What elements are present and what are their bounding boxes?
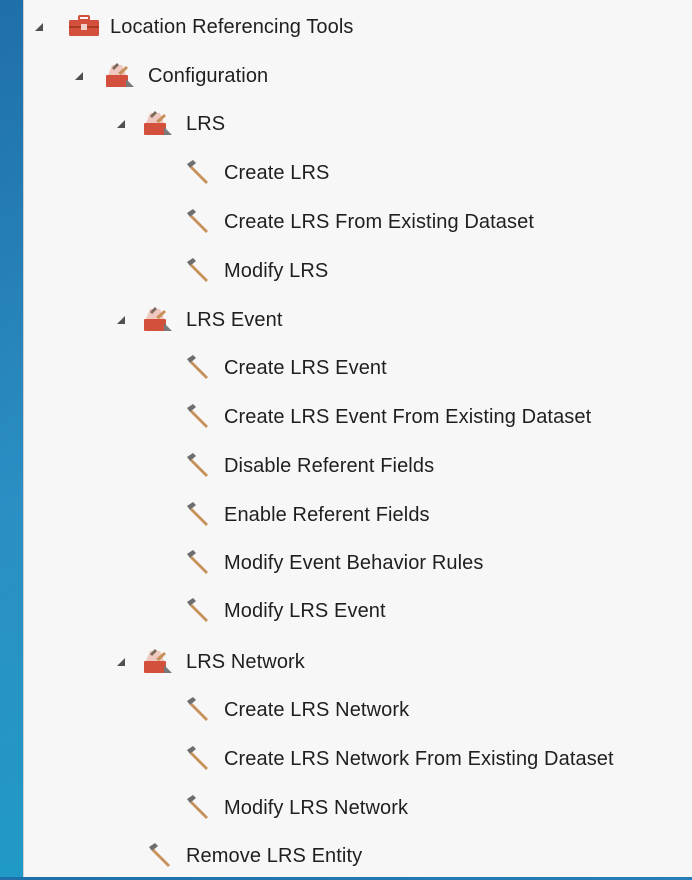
tree-node-label: Configuration (148, 65, 269, 87)
expanded-arrow-icon[interactable] (115, 656, 127, 668)
tool-label: Create LRS Event (224, 357, 387, 379)
tool-label: Create LRS From Existing Dataset (224, 211, 534, 233)
expanded-arrow-icon[interactable] (115, 118, 127, 130)
tool-label: Modify LRS Event (224, 600, 386, 622)
tree-node-label: LRS Event (186, 309, 283, 331)
tool-label: Disable Referent Fields (224, 455, 435, 477)
tool-label: Create LRS Network From Existing Dataset (224, 748, 614, 770)
tool-label: Enable Referent Fields (224, 504, 430, 526)
toolset-icon (142, 111, 172, 135)
catalog-tree-panel: Location Referencing Tools Configuration (23, 0, 692, 877)
tool-label: Remove LRS Entity (186, 845, 363, 867)
toolset-icon (142, 307, 172, 331)
tool-label: Create LRS Network (224, 699, 410, 721)
hammer-icon (182, 795, 212, 819)
hammer-icon (182, 697, 212, 721)
toolset-icon (104, 63, 134, 87)
tool-label: Modify LRS (224, 260, 329, 282)
expanded-arrow-icon[interactable] (73, 70, 85, 82)
hammer-icon (182, 453, 212, 477)
hammer-icon (182, 209, 212, 233)
tree-node-label: Location Referencing Tools (110, 16, 354, 38)
hammer-icon (182, 502, 212, 526)
hammer-icon (182, 404, 212, 428)
tool-label: Modify LRS Network (224, 797, 409, 819)
hammer-icon (182, 160, 212, 184)
tool-label: Modify Event Behavior Rules (224, 552, 484, 574)
toolset-icon (142, 649, 172, 673)
tool-label: Create LRS (224, 162, 330, 184)
hammer-icon (182, 258, 212, 282)
expanded-arrow-icon[interactable] (115, 314, 127, 326)
hammer-icon (182, 550, 212, 574)
tool-label: Create LRS Event From Existing Dataset (224, 406, 592, 428)
expanded-arrow-icon[interactable] (33, 21, 45, 33)
hammer-icon (182, 598, 212, 622)
toolbox-icon (68, 14, 99, 38)
hammer-icon (182, 355, 212, 379)
tree-node-label: LRS (186, 113, 226, 135)
hammer-icon (182, 746, 212, 770)
tree-node-label: LRS Network (186, 651, 305, 673)
hammer-icon (144, 843, 174, 867)
